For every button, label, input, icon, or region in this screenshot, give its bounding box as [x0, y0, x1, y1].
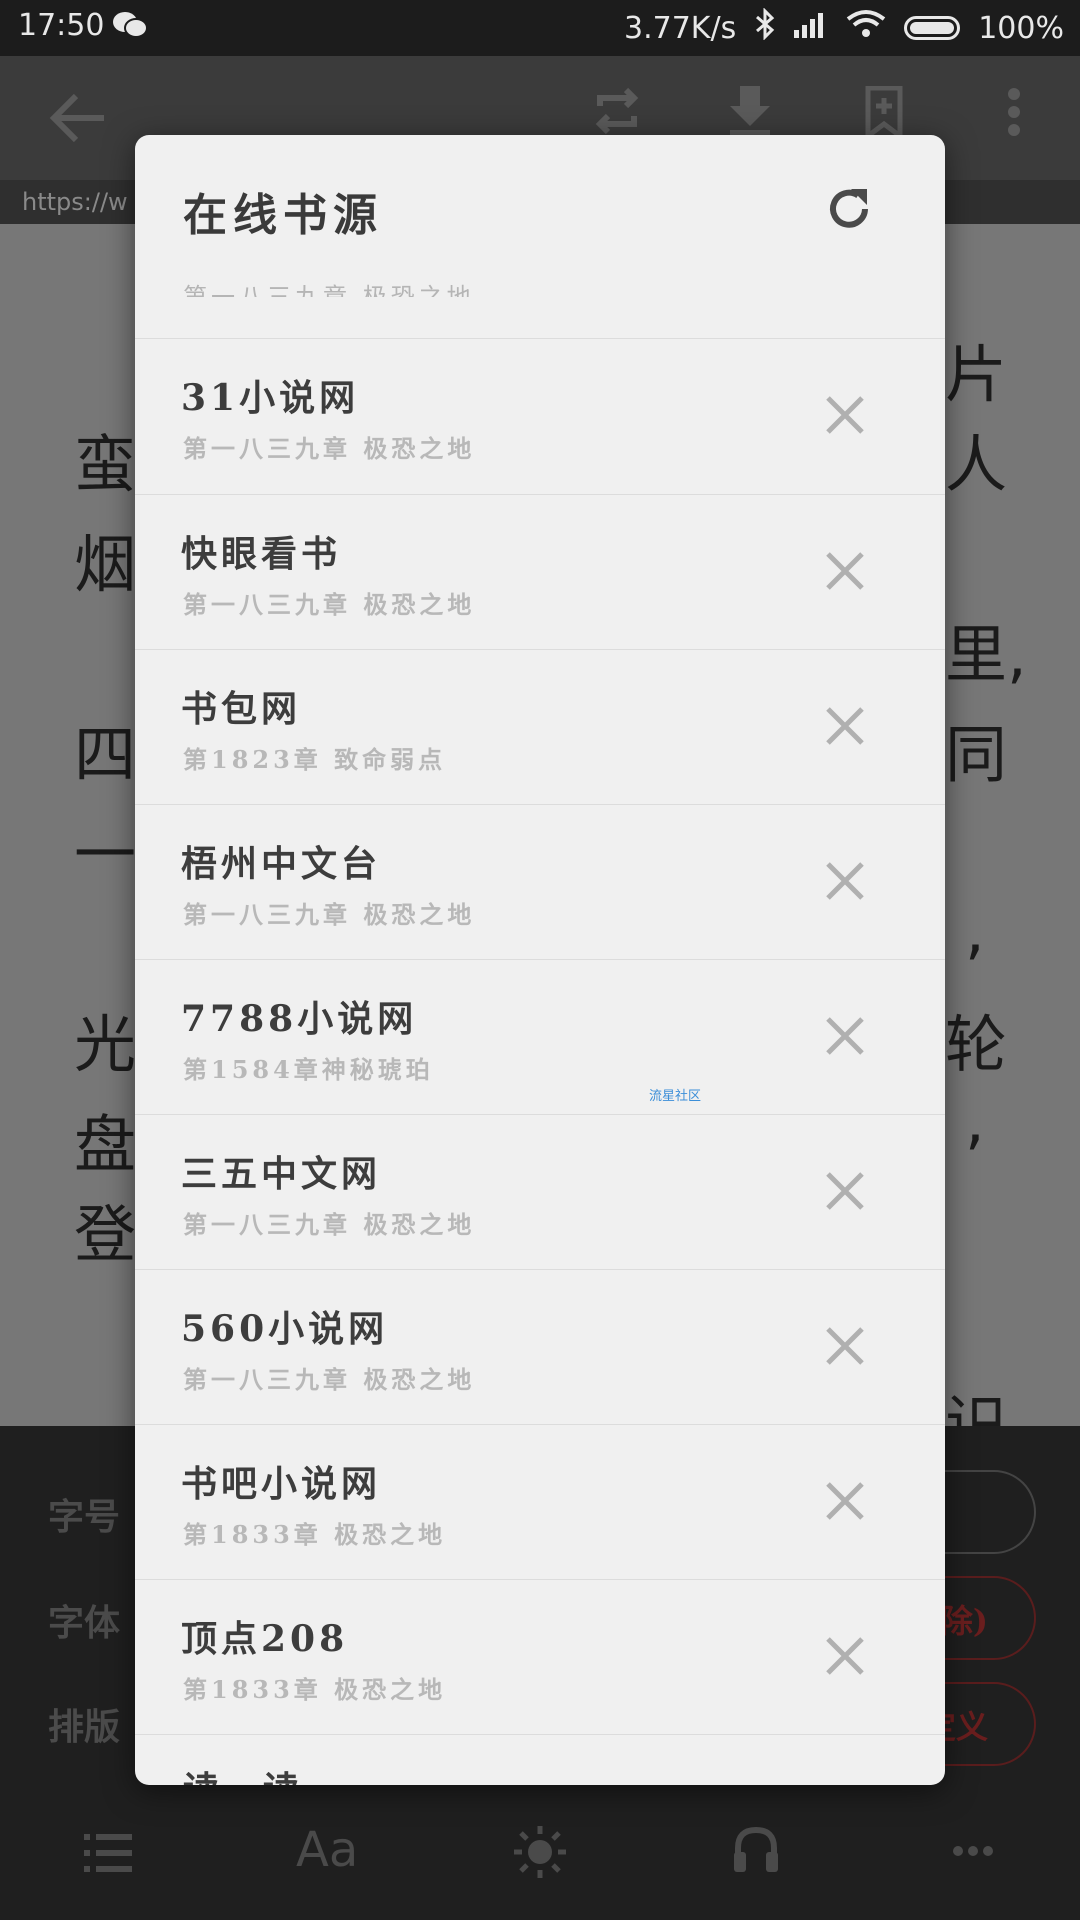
layout-label: 排版: [48, 1706, 121, 1748]
source-name: 31小说网: [181, 377, 360, 419]
divider: [135, 1734, 945, 1735]
online-sources-dialog: 在线书源 第一八三九章 极恐之地 31小说网 第一八三九章 极恐之地 快眼看书 …: [135, 135, 945, 1785]
source-row[interactable]: 梧州中文台 第一八三九章 极恐之地: [135, 805, 945, 960]
source-name: 三五中文网: [181, 1153, 382, 1195]
bottom-nav: Aa: [0, 1794, 1080, 1920]
watermark-text: 流星社区: [649, 1089, 702, 1104]
more-horizontal-icon[interactable]: [952, 1842, 994, 1861]
reader-text: 烟: [74, 528, 137, 601]
more-vertical-icon[interactable]: [1004, 86, 1024, 142]
source-name: 书包网: [181, 688, 302, 730]
source-row[interactable]: 书吧小说网 第1833章 极恐之地: [135, 1425, 945, 1580]
source-chapter: 第1833章 极恐之地: [183, 1675, 447, 1704]
font-size-label: 字号: [48, 1496, 121, 1538]
source-chapter: 第一八三九章 极恐之地: [183, 1365, 476, 1394]
source-row[interactable]: 三五中文网 第一八三九章 极恐之地: [135, 1115, 945, 1270]
close-icon[interactable]: [825, 1171, 865, 1215]
reader-text: ,: [965, 894, 985, 967]
close-icon[interactable]: [825, 1636, 865, 1680]
list-icon[interactable]: [84, 1832, 134, 1878]
net-speed: 3.77K/s: [624, 10, 737, 46]
reader-text: 同: [945, 718, 1008, 791]
source-chapter: 第一八三九章 极恐之地: [183, 1210, 476, 1239]
font-style-button[interactable]: Aa: [296, 1822, 358, 1878]
reader-text: 四: [74, 718, 137, 791]
signal-icon: [794, 10, 828, 46]
source-name-partial: 读一读: [183, 1761, 303, 1785]
reader-text: 里,: [945, 618, 1027, 691]
source-chapter: 第一八三九章 极恐之地: [183, 900, 476, 929]
url-text: https://w: [22, 188, 128, 216]
battery-percent: 100%: [978, 10, 1064, 46]
close-icon[interactable]: [825, 551, 865, 595]
source-name: 顶点208: [181, 1618, 349, 1660]
close-icon[interactable]: [825, 861, 865, 905]
close-icon[interactable]: [825, 1481, 865, 1525]
close-icon[interactable]: [825, 395, 865, 439]
close-icon[interactable]: [825, 706, 865, 750]
source-name: 560小说网: [181, 1308, 389, 1350]
arrow-left-icon[interactable]: [48, 92, 108, 148]
font-pill-text: 除): [940, 1602, 988, 1640]
source-chapter: 第一八三九章 极恐之地: [183, 434, 476, 463]
reader-text: ,: [965, 1084, 985, 1157]
source-row[interactable]: 31小说网 第一八三九章 极恐之地: [135, 339, 945, 494]
status-bar: 17:50 3.77K/s 100%: [0, 0, 1080, 56]
reader-text: 一: [74, 818, 137, 891]
wechat-icon: [112, 10, 148, 48]
reader-text: 盘: [74, 1108, 137, 1181]
swap-icon[interactable]: [592, 86, 642, 140]
refresh-icon[interactable]: [825, 185, 873, 237]
source-chapter: 第1833章 极恐之地: [183, 1520, 447, 1549]
source-chapter-partial: 第一八三九章 极恐之地: [183, 283, 475, 297]
bluetooth-icon: [754, 7, 776, 48]
source-name: 书吧小说网: [181, 1463, 382, 1505]
headphones-icon[interactable]: [732, 1824, 780, 1878]
download-icon[interactable]: [728, 86, 772, 140]
reader-text: 登: [74, 1198, 137, 1271]
status-time: 17:50: [18, 8, 105, 43]
font-label: 字体: [48, 1602, 121, 1644]
reader-text: 蛮: [74, 428, 137, 501]
reader-text: 片: [945, 338, 1008, 411]
reader-text: 轮: [945, 1008, 1008, 1081]
reader-text: 光: [74, 1008, 137, 1081]
source-row[interactable]: 书包网 第1823章 致命弱点: [135, 650, 945, 805]
close-icon[interactable]: [825, 1016, 865, 1060]
source-chapter: 第1823章 致命弱点: [183, 745, 447, 774]
sun-icon[interactable]: [512, 1824, 568, 1884]
source-row[interactable]: 快眼看书 第一八三九章 极恐之地: [135, 495, 945, 650]
source-name: 快眼看书: [181, 533, 342, 575]
source-row[interactable]: 7788小说网 第1584章神秘琥珀: [135, 960, 945, 1115]
source-row[interactable]: 560小说网 第一八三九章 极恐之地: [135, 1270, 945, 1425]
reader-text: 人: [945, 428, 1008, 501]
source-chapter: 第1584章神秘琥珀: [183, 1055, 434, 1084]
wifi-icon: [846, 9, 886, 47]
source-name: 梧州中文台: [181, 843, 382, 885]
bookmark-add-icon[interactable]: [864, 85, 904, 142]
source-name: 7788小说网: [181, 998, 418, 1040]
close-icon[interactable]: [825, 1326, 865, 1370]
source-row[interactable]: 顶点208 第1833章 极恐之地: [135, 1580, 945, 1735]
source-chapter: 第一八三九章 极恐之地: [183, 590, 476, 619]
dialog-title: 在线书源: [183, 190, 383, 241]
battery-icon: [904, 16, 961, 40]
